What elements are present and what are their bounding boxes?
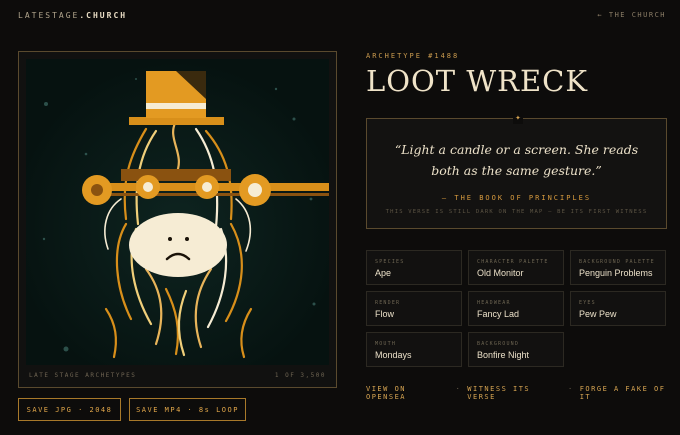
trait-value: Mondays: [375, 350, 412, 360]
star-icon: ✦: [513, 112, 523, 124]
save-jpg-button[interactable]: SAVE JPG · 2048: [18, 398, 121, 421]
edition-count: 1 OF 3,500: [274, 372, 326, 379]
trait-label: BACKGROUND PALETTE: [579, 259, 655, 265]
separator: ·: [568, 385, 574, 393]
trait-label: RENDER: [375, 300, 401, 306]
trait-value: Fancy Lad: [477, 309, 520, 319]
feather-fur-icon: [26, 59, 329, 365]
collection-name: LATE STAGE ARCHETYPES: [29, 372, 137, 379]
artwork-footer: LATE STAGE ARCHETYPES 1 OF 3,500: [29, 372, 326, 379]
trait-card-background-palette: BACKGROUND PALETTE Penguin Problems: [570, 250, 666, 285]
trait-value: Bonfire Night: [477, 350, 530, 360]
separator: ·: [455, 385, 462, 393]
back-to-church-link[interactable]: ← THE CHURCH: [597, 11, 666, 19]
artwork-frame: LATE STAGE ARCHETYPES 1 OF 3,500: [18, 51, 337, 388]
trait-card-background: BACKGROUND Bonfire Night: [468, 332, 564, 367]
brand-tld: .CHURCH: [79, 11, 128, 20]
trait-card-mouth: MOUTH Mondays: [366, 332, 462, 367]
verse-card: ✦ “Light a candle or a screen. She reads…: [366, 112, 667, 229]
verse-note: THIS VERSE IS STILL DARK ON THE MAP — BE…: [385, 209, 648, 215]
brand-name: LATESTAGE: [18, 11, 80, 20]
trait-card-character-palette: CHARACTER PALETTE Old Monitor: [468, 250, 564, 285]
verse-quote: “Light a candle or a screen. She reads b…: [394, 142, 639, 178]
trait-card-render: RENDER Flow: [366, 291, 462, 326]
trait-value: Old Monitor: [477, 268, 524, 278]
save-mp4-button[interactable]: SAVE MP4 · 8s LOOP: [129, 398, 246, 421]
ape-face-icon: [129, 213, 227, 277]
trait-label: CHARACTER PALETTE: [477, 259, 549, 265]
trait-label: SPECIES: [375, 259, 405, 265]
trait-label: EYES: [579, 300, 596, 306]
verse-source: — THE BOOK OF PRINCIPLES: [441, 194, 592, 202]
trait-card-species: SPECIES Ape: [366, 250, 462, 285]
trait-label: BACKGROUND: [477, 341, 520, 347]
top-bar: LATESTAGE.CHURCH ← THE CHURCH: [0, 0, 680, 32]
trait-value: Penguin Problems: [579, 268, 653, 278]
brand-logo[interactable]: LATESTAGE.CHURCH: [18, 11, 127, 20]
trait-value: Flow: [375, 309, 395, 319]
view-on-opensea-link[interactable]: VIEW ON OPENSEA: [366, 385, 450, 401]
page-title: LOOT WRECK: [366, 64, 589, 98]
trait-value: Ape: [375, 268, 392, 278]
action-links: VIEW ON OPENSEA · WITNESS ITS VERSE · FO…: [366, 385, 680, 401]
trait-label: HEADWEAR: [477, 300, 511, 306]
artwork-image: [26, 59, 329, 365]
trait-label: MOUTH: [375, 341, 397, 347]
trait-card-headwear: HEADWEAR Fancy Lad: [468, 291, 564, 326]
witness-verse-link[interactable]: WITNESS ITS VERSE: [467, 385, 562, 401]
trait-value: Pew Pew: [579, 309, 617, 319]
archetype-number: ARCHETYPE #1488: [366, 52, 460, 60]
trait-card-eyes: EYES Pew Pew: [570, 291, 666, 326]
forge-fake-link[interactable]: FORGE A FAKE OF IT: [580, 385, 680, 401]
